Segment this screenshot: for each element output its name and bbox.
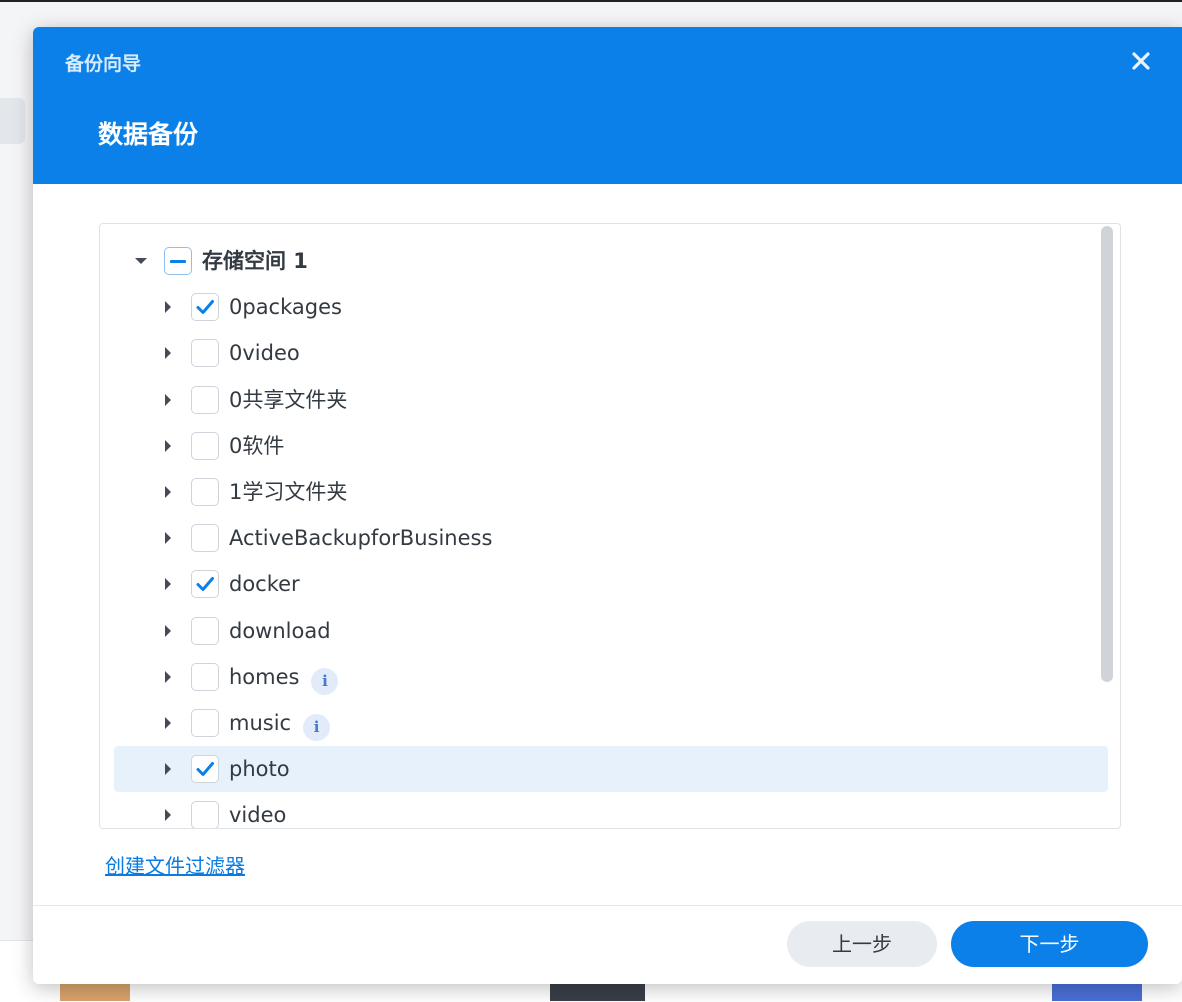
tree-item-row[interactable]: photo	[114, 746, 1108, 793]
caret-right-icon[interactable]	[159, 806, 177, 824]
folder-checkbox[interactable]	[191, 755, 219, 784]
background-sidebar-item	[0, 98, 25, 144]
caret-right-icon[interactable]	[159, 622, 177, 640]
folder-name: 1学习文件夹	[229, 480, 348, 504]
folder-name: music	[229, 711, 292, 735]
folder-label: 0video	[229, 340, 300, 366]
caret-right-icon[interactable]	[159, 529, 177, 547]
folder-label: 1学习文件夹	[229, 479, 347, 505]
folder-checkbox[interactable]	[191, 478, 219, 506]
folder-label: video	[229, 802, 286, 828]
background-top-bar	[0, 0, 1182, 2]
folder-checkbox[interactable]	[191, 524, 219, 553]
caret-right-icon[interactable]	[159, 437, 177, 455]
dialog-header: 备份向导 数据备份	[33, 27, 1182, 184]
folder-tree: 存储空间 1 0packages 0video 0共享文件夹 0软件 1学习文件夹 Acti…	[99, 223, 1121, 829]
folder-label: 0packages	[229, 294, 342, 320]
tree-root-row[interactable]: 存储空间 1	[114, 238, 1108, 284]
folder-checkbox[interactable]	[191, 293, 219, 322]
caret-right-icon[interactable]	[159, 298, 177, 316]
folder-label: docker	[229, 571, 300, 597]
root-checkbox[interactable]	[164, 247, 192, 275]
tree-item-row[interactable]: 1学习文件夹	[114, 469, 1108, 515]
folder-checkbox[interactable]	[191, 709, 219, 737]
folder-name: 0软件	[229, 433, 285, 458]
folder-checkbox[interactable]	[191, 570, 219, 599]
folder-checkbox[interactable]	[191, 662, 219, 691]
tree-item-row[interactable]: 0共享文件夹	[114, 377, 1108, 423]
folder-checkbox[interactable]	[191, 801, 219, 828]
create-file-filter-link[interactable]: 创建文件过滤器	[105, 850, 245, 879]
tree-item-row[interactable]: docker	[114, 561, 1108, 607]
tree-item-row[interactable]: 0video	[114, 330, 1108, 376]
folder-name: 0共享文件夹	[229, 387, 348, 412]
folder-checkbox[interactable]	[191, 385, 219, 414]
close-icon	[1132, 52, 1150, 70]
folder-name: 0packages	[229, 295, 342, 320]
folder-label: music i	[229, 710, 331, 741]
folder-name: ActiveBackupforBusiness	[229, 526, 493, 551]
folder-label: photo	[229, 756, 290, 782]
caret-right-icon[interactable]	[159, 714, 177, 732]
checkmark-icon	[196, 577, 214, 592]
caret-right-icon[interactable]	[159, 391, 177, 409]
caret-down-icon[interactable]	[132, 252, 150, 270]
folder-name: download	[229, 618, 331, 643]
tree-root-label: 存储空间 1	[202, 249, 308, 273]
folder-name: docker	[229, 572, 300, 597]
info-icon[interactable]: i	[311, 667, 339, 695]
folder-label: ActiveBackupforBusiness	[229, 525, 492, 551]
folder-checkbox[interactable]	[191, 339, 219, 368]
previous-step-button[interactable]: 上一步	[787, 921, 937, 967]
tree-item-row[interactable]: ActiveBackupforBusiness	[114, 515, 1108, 561]
caret-right-icon[interactable]	[159, 668, 177, 686]
folder-label: download	[229, 618, 331, 644]
folder-label: homes i	[229, 664, 339, 695]
backup-wizard-dialog: 备份向导 数据备份 存储空间 1 0packages 0video 0共享文件夹 0软件…	[33, 27, 1182, 984]
tree-item-row[interactable]: 0软件	[114, 423, 1108, 469]
checkmark-icon	[196, 762, 214, 777]
tree-item-row[interactable]: homes i	[114, 654, 1108, 700]
next-step-button[interactable]: 下一步	[951, 921, 1148, 967]
caret-right-icon[interactable]	[159, 344, 177, 362]
tree-item-row[interactable]: download	[114, 608, 1108, 654]
folder-label: 0共享文件夹	[229, 387, 347, 413]
info-icon[interactable]: i	[303, 714, 331, 741]
folder-name: photo	[229, 757, 290, 782]
dialog-title: 数据备份	[98, 120, 199, 149]
caret-right-icon[interactable]	[159, 483, 177, 501]
close-button[interactable]	[1125, 45, 1157, 77]
tree-item-row[interactable]: music i	[114, 700, 1108, 746]
folder-checkbox[interactable]	[191, 431, 219, 460]
caret-right-icon[interactable]	[159, 575, 177, 593]
tree-scrollbar[interactable]	[1101, 226, 1113, 682]
dialog-caption: 备份向导	[65, 53, 142, 75]
folder-label: 0软件	[229, 433, 284, 459]
caret-right-icon[interactable]	[159, 760, 177, 778]
folder-name: homes	[229, 664, 300, 689]
footer-divider	[33, 905, 1182, 906]
folder-name: video	[229, 803, 287, 828]
folder-checkbox[interactable]	[191, 616, 219, 645]
folder-name: 0video	[229, 341, 300, 366]
tree-item-row[interactable]: video	[114, 792, 1108, 828]
checkmark-icon	[196, 300, 214, 315]
tree-item-row[interactable]: 0packages	[114, 284, 1108, 330]
